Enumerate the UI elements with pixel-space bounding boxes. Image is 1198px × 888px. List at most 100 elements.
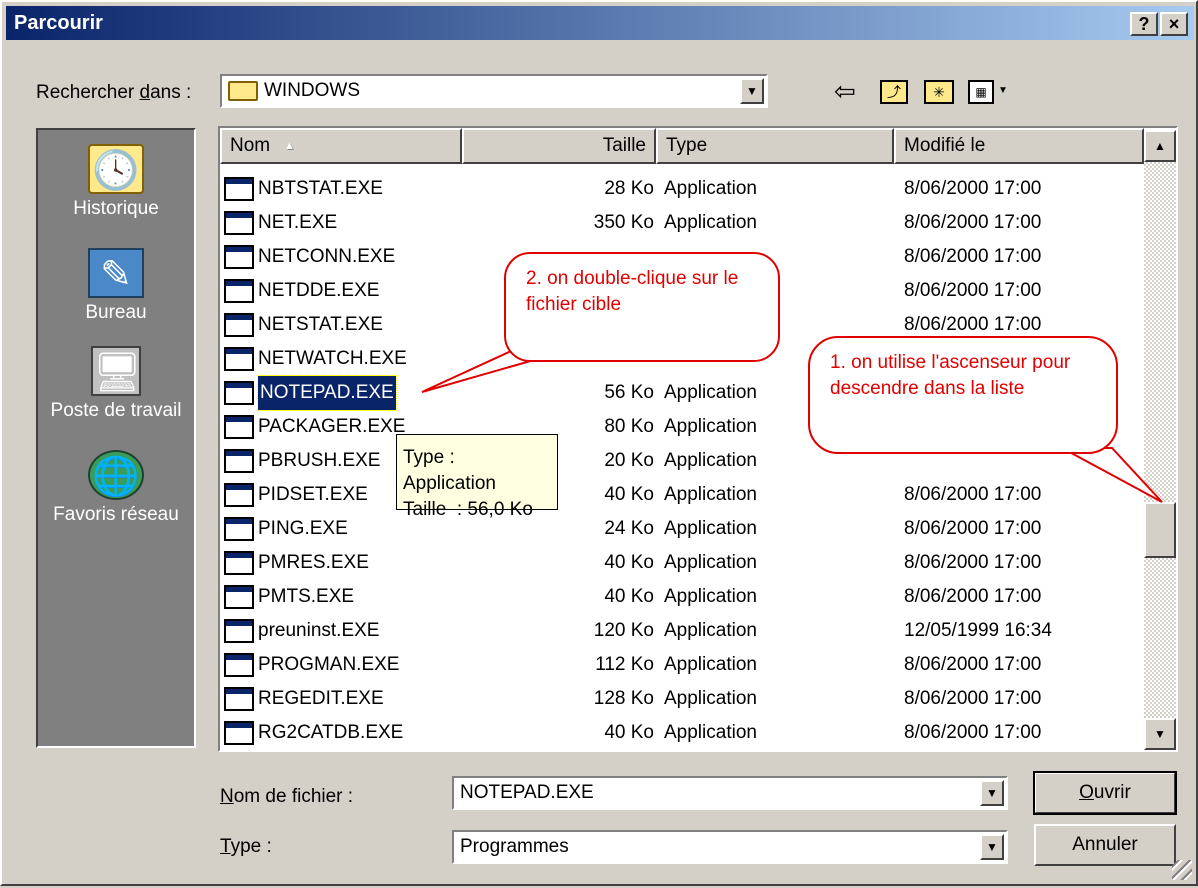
- file-name: PMTS.EXE: [258, 586, 355, 607]
- application-icon: [224, 687, 254, 711]
- application-icon: [224, 313, 254, 337]
- file-type: Application: [664, 722, 757, 743]
- column-header-name[interactable]: Nom ▲: [220, 128, 462, 164]
- application-icon: [224, 483, 254, 507]
- lookin-value: WINDOWS: [264, 80, 361, 101]
- file-row[interactable]: REGEDIT.EXE 128 Ko Application 8/06/2000 17…: [220, 682, 1144, 716]
- up-folder-icon[interactable]: ⤴: [880, 80, 908, 104]
- file-modified: 8/06/2000 17:00: [904, 722, 1042, 743]
- file-name: NETCONN.EXE: [258, 246, 396, 267]
- file-size: 28 Ko: [604, 178, 654, 199]
- view-dropdown-icon[interactable]: ▼: [998, 86, 1008, 96]
- application-icon: [224, 449, 254, 473]
- places-item-label: Favoris réseau: [53, 504, 179, 525]
- file-size: 40 Ko: [604, 586, 654, 607]
- filetype-label: Type :: [220, 836, 272, 857]
- file-name: NBTSTAT.EXE: [258, 178, 383, 199]
- column-header-modified[interactable]: Modifié le: [894, 128, 1144, 164]
- file-type: Application: [664, 382, 757, 403]
- file-name: NETWATCH.EXE: [258, 348, 407, 369]
- file-type: Application: [664, 212, 757, 233]
- lookin-combobox[interactable]: WINDOWS ▼: [220, 74, 768, 108]
- file-type: Application: [664, 552, 757, 573]
- vertical-scrollbar[interactable]: ▲ ▼: [1144, 130, 1176, 750]
- file-row[interactable]: NET.EXE 350 Ko Application 8/06/2000 17:00: [220, 206, 1144, 240]
- application-icon: [224, 551, 254, 575]
- back-arrow-icon[interactable]: ⇦: [834, 78, 856, 104]
- file-name: PBRUSH.EXE: [258, 450, 381, 471]
- column-header-type[interactable]: Type: [656, 128, 894, 164]
- places-item-history[interactable]: 🕓 Historique: [38, 144, 194, 220]
- places-item-label: Historique: [73, 198, 159, 219]
- filename-input[interactable]: NOTEPAD.EXE: [454, 782, 1006, 804]
- filetype-combobox[interactable]: Programmes ▼: [452, 830, 1008, 864]
- application-icon: [224, 347, 254, 371]
- file-name: NETDDE.EXE: [258, 280, 380, 301]
- file-row[interactable]: PIDSET.EXE 40 Ko Application 8/06/2000 17:0…: [220, 478, 1144, 512]
- column-header-size[interactable]: Taille: [462, 128, 656, 164]
- application-icon: [224, 245, 254, 269]
- file-name: REGEDIT.EXE: [258, 688, 384, 709]
- application-icon: [224, 381, 254, 405]
- close-button[interactable]: ×: [1160, 12, 1188, 36]
- file-type: Application: [664, 518, 757, 539]
- file-modified: 8/06/2000 17:00: [904, 552, 1042, 573]
- sort-ascending-icon: ▲: [284, 140, 296, 152]
- places-item-network[interactable]: 🌐 Favoris réseau: [38, 450, 194, 526]
- places-item-desktop[interactable]: ✎ Bureau: [38, 248, 194, 324]
- places-item-label: Poste de travail: [50, 400, 182, 421]
- file-modified: 8/06/2000 17:00: [904, 518, 1042, 539]
- file-row[interactable]: PMRES.EXE 40 Ko Application 8/06/2000 17:00: [220, 546, 1144, 580]
- file-row[interactable]: PROGMAN.EXE 112 Ko Application 8/06/2000 17…: [220, 648, 1144, 682]
- folder-open-icon: [228, 81, 258, 101]
- application-icon: [224, 653, 254, 677]
- file-name: RG2CATDB.EXE: [258, 722, 404, 743]
- file-size: 20 Ko: [604, 450, 654, 471]
- file-row[interactable]: RG2CATDB.EXE 40 Ko Application 8/06/2000 17…: [220, 716, 1144, 750]
- file-size: 40 Ko: [604, 552, 654, 573]
- file-size: 120 Ko: [593, 620, 654, 641]
- chevron-down-icon: ▼: [986, 840, 998, 854]
- open-button[interactable]: Ouvrir: [1033, 771, 1177, 815]
- browse-dialog: Parcourir ? × Rechercher dans : WINDOWS …: [0, 0, 1198, 886]
- window-title: Parcourir: [14, 11, 103, 34]
- cancel-button[interactable]: Annuler: [1034, 824, 1176, 866]
- scroll-thumb[interactable]: [1144, 502, 1176, 558]
- file-size: 350 Ko: [593, 212, 654, 233]
- file-name: PING.EXE: [258, 518, 348, 539]
- scroll-down-button[interactable]: ▼: [1144, 718, 1176, 750]
- callout-double-click: 2. on double-clique sur le fichier cible: [504, 252, 780, 362]
- file-modified: 8/06/2000 17:00: [904, 688, 1042, 709]
- lookin-dropdown-button[interactable]: ▼: [740, 78, 764, 104]
- file-name: preuninst.EXE: [258, 620, 380, 641]
- file-size: 112 Ko: [595, 654, 654, 675]
- file-row[interactable]: preuninst.EXE 120 Ko Application 12/05/1999…: [220, 614, 1144, 648]
- filename-dropdown-button[interactable]: ▼: [980, 780, 1004, 806]
- application-icon: [224, 619, 254, 643]
- callout-scrollbar: 1. on utilise l'ascenseur pour descendre…: [808, 336, 1118, 454]
- view-menu-icon[interactable]: ▦: [968, 80, 994, 104]
- chevron-down-icon: ▼: [986, 786, 998, 800]
- tooltip-size: Taille : 56,0 Ko: [403, 499, 533, 520]
- scroll-up-button[interactable]: ▲: [1144, 130, 1176, 162]
- file-row[interactable]: NBTSTAT.EXE 28 Ko Application 8/06/2000 17:…: [220, 172, 1144, 206]
- new-folder-icon[interactable]: ✳: [924, 80, 954, 104]
- application-icon: [224, 517, 254, 541]
- places-item-label: Bureau: [85, 302, 147, 323]
- arrow-down-icon: ▼: [1154, 727, 1166, 741]
- title-bar[interactable]: Parcourir ? ×: [6, 6, 1194, 40]
- file-name: PACKAGER.EXE: [258, 416, 406, 437]
- arrow-up-icon: ▲: [1154, 139, 1166, 153]
- file-row[interactable]: PMTS.EXE 40 Ko Application 8/06/2000 17:00: [220, 580, 1144, 614]
- help-button[interactable]: ?: [1130, 12, 1158, 36]
- help-icon: ?: [1138, 14, 1150, 34]
- filetype-dropdown-button[interactable]: ▼: [980, 834, 1004, 860]
- application-icon: [224, 211, 254, 235]
- places-item-my-computer[interactable]: 🖥 Poste de travail: [38, 346, 194, 422]
- filename-combobox[interactable]: NOTEPAD.EXE ▼: [452, 776, 1008, 810]
- file-row[interactable]: PING.EXE 24 Ko Application 8/06/2000 17:00: [220, 512, 1144, 546]
- history-icon: 🕓: [88, 144, 144, 194]
- resize-grip[interactable]: [1172, 860, 1192, 880]
- file-size: 40 Ko: [604, 484, 654, 505]
- file-modified: 8/06/2000 17:00: [904, 586, 1042, 607]
